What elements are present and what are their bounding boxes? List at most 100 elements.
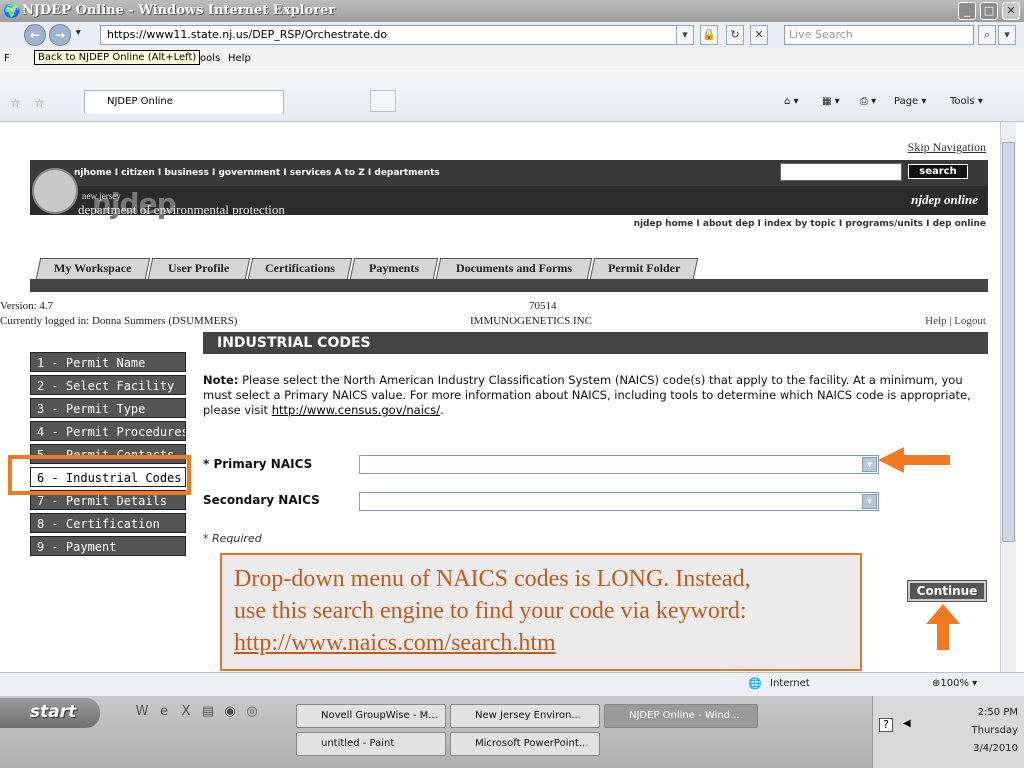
- step-certification[interactable]: 8 - Certification: [30, 513, 186, 533]
- tab-my-workspace[interactable]: My Workspace: [35, 258, 151, 279]
- firefox-icon[interactable]: ◎: [244, 704, 260, 720]
- tab-njdep-online[interactable]: NJDEP Online: [84, 90, 284, 114]
- status-bar: 🌐 Internet ⊕100% ▾: [0, 672, 1024, 696]
- clock-date: 3/4/2010: [973, 743, 1018, 754]
- add-favorite-icon[interactable]: ☆: [34, 96, 45, 110]
- refresh-icon[interactable]: ↻: [726, 25, 744, 45]
- close-window-button[interactable]: ✕: [1002, 2, 1020, 20]
- step-permit-procedures[interactable]: 4 - Permit Procedures: [30, 421, 186, 441]
- tab-label: My Workspace: [54, 261, 132, 275]
- menu-tools[interactable]: ools: [200, 53, 220, 64]
- step-permit-type[interactable]: 3 - Permit Type: [30, 398, 186, 418]
- recent-pages-dropdown-icon[interactable]: ▾: [76, 28, 81, 38]
- url-text: https://www11.state.nj.us/DEP_RSP/Orches…: [107, 28, 388, 41]
- required-note: * Required: [203, 532, 262, 545]
- tab-permit-folder[interactable]: Permit Folder: [589, 258, 699, 279]
- primary-naics-label: * Primary NAICS: [203, 457, 313, 471]
- url-field[interactable]: https://www11.state.nj.us/DEP_RSP/Orches…: [100, 25, 694, 45]
- taskbar-njdep-online[interactable]: NJDEP Online - Wind...: [604, 704, 758, 728]
- nj-seal-logo-icon: [32, 168, 78, 214]
- clock-time: 2:50 PM: [977, 707, 1018, 718]
- document-icon[interactable]: ▤: [200, 704, 216, 720]
- globe-icon: 🌐: [748, 677, 762, 690]
- security-zone: Internet: [770, 678, 810, 689]
- tab-documents-and-forms[interactable]: Documents and Forms: [435, 258, 593, 279]
- note-label: Note:: [203, 373, 239, 387]
- tab-label: User Profile: [168, 261, 230, 275]
- stop-icon[interactable]: ✕: [750, 25, 768, 45]
- menu-file[interactable]: F: [4, 53, 10, 64]
- word-icon[interactable]: W: [134, 704, 150, 720]
- chevron-down-icon[interactable]: ▼: [862, 494, 877, 509]
- site-search-input[interactable]: [780, 163, 902, 181]
- taskbar-powerpoint[interactable]: Microsoft PowerPoint...: [450, 732, 600, 756]
- tab-label: Permit Folder: [607, 261, 681, 275]
- print-icon[interactable]: ⎙ ▾: [860, 96, 876, 107]
- url-dropdown-icon[interactable]: ▾: [676, 25, 694, 45]
- start-button[interactable]: start: [0, 698, 100, 728]
- ie-quicklaunch-icon[interactable]: e: [156, 704, 172, 720]
- state-nav-links[interactable]: njhome I citizen I business I government…: [74, 168, 440, 178]
- home-icon[interactable]: ⌂ ▾: [784, 96, 799, 107]
- taskbar-groupwise[interactable]: Novell GroupWise - M...: [296, 704, 446, 728]
- step-select-facility[interactable]: 2 - Select Facility: [30, 375, 186, 395]
- feeds-icon[interactable]: ▦ ▾: [822, 96, 840, 107]
- chevron-down-icon[interactable]: ▼: [862, 457, 877, 472]
- tab-user-profile[interactable]: User Profile: [147, 258, 251, 279]
- secondary-naics-select[interactable]: ▼: [359, 492, 879, 511]
- census-naics-link[interactable]: http://www.census.gov/naics/: [272, 403, 440, 417]
- tab-certifications[interactable]: Certifications: [247, 258, 353, 279]
- search-options-icon[interactable]: ▾: [998, 25, 1016, 45]
- site-banner: njhome I citizen I business I government…: [30, 160, 988, 220]
- tab-payments[interactable]: Payments: [349, 258, 439, 279]
- tab-label: Documents and Forms: [456, 261, 572, 275]
- help-logout-links[interactable]: Help | Logout: [925, 315, 986, 327]
- taskbar-paint[interactable]: untitled - Paint: [296, 732, 446, 756]
- ie-logo-icon: 🌍: [3, 3, 21, 19]
- skip-navigation-link[interactable]: Skip Navigation: [908, 140, 986, 155]
- logged-in-user: Currently logged in: Donna Summers (DSUM…: [0, 315, 238, 327]
- tab-bar-strip: [30, 279, 988, 292]
- maximize-button[interactable]: □: [980, 2, 998, 20]
- favorites-star-icon[interactable]: ☆: [10, 96, 21, 110]
- tab-label: NJDEP Online: [107, 96, 173, 107]
- help-icon[interactable]: ?: [879, 718, 893, 732]
- step-payment[interactable]: 9 - Payment: [30, 536, 186, 556]
- department-name: department of environmental protection: [78, 202, 285, 217]
- forward-arrow-icon[interactable]: →: [49, 24, 71, 46]
- naics-note: Note: Please select the North American I…: [203, 373, 988, 418]
- zoom-level[interactable]: ⊕100% ▾: [932, 678, 977, 689]
- industrial-codes-highlight: [8, 455, 191, 495]
- naics-search-link[interactable]: http://www.naics.com/search.htm: [234, 627, 848, 659]
- page-menu[interactable]: Page ▾: [894, 96, 926, 107]
- live-search-placeholder: Live Search: [789, 28, 853, 41]
- new-tab-button[interactable]: [370, 90, 396, 112]
- dep-sub-links[interactable]: njdep home I about dep I index by topic …: [634, 219, 986, 229]
- site-search-button[interactable]: search: [908, 164, 968, 179]
- search-icon[interactable]: ⌕: [978, 25, 996, 45]
- facility-id: 70514: [529, 300, 557, 312]
- scrollbar-thumb[interactable]: [1002, 142, 1015, 542]
- tray-arrow-icon[interactable]: ◀: [903, 718, 911, 729]
- clock-day: Thursday: [971, 725, 1019, 736]
- back-arrow-icon[interactable]: ←: [24, 24, 46, 46]
- main-tabs: My Workspace User Profile Certifications…: [30, 252, 988, 292]
- note-end: .: [440, 403, 444, 417]
- live-search-input[interactable]: Live Search: [784, 25, 974, 45]
- taskbar-nj-environ[interactable]: New Jersey Environ...: [450, 704, 600, 728]
- vertical-scrollbar[interactable]: [1000, 122, 1016, 672]
- menu-help[interactable]: Help: [228, 53, 251, 64]
- new-jersey-label: new jersey: [82, 191, 121, 201]
- tools-menu[interactable]: Tools ▾: [950, 96, 983, 107]
- njdep-online-logo: njdep online: [911, 192, 978, 207]
- continue-button[interactable]: Continue: [907, 580, 987, 602]
- primary-naics-select[interactable]: ▼: [359, 455, 879, 474]
- clock: 2:50 PM Thursday 3/4/2010: [972, 704, 1019, 758]
- lock-icon[interactable]: 🔒: [700, 25, 718, 45]
- menu-bar: F ools Help Back to NJDEP Online (Alt+Le…: [0, 48, 1024, 70]
- media-icon[interactable]: ◉: [222, 704, 238, 720]
- step-permit-name[interactable]: 1 - Permit Name: [30, 352, 186, 372]
- excel-icon[interactable]: X: [178, 704, 194, 720]
- minimize-button[interactable]: _: [958, 2, 976, 20]
- naics-search-callout: Drop-down menu of NAICS codes is LONG. I…: [220, 553, 862, 671]
